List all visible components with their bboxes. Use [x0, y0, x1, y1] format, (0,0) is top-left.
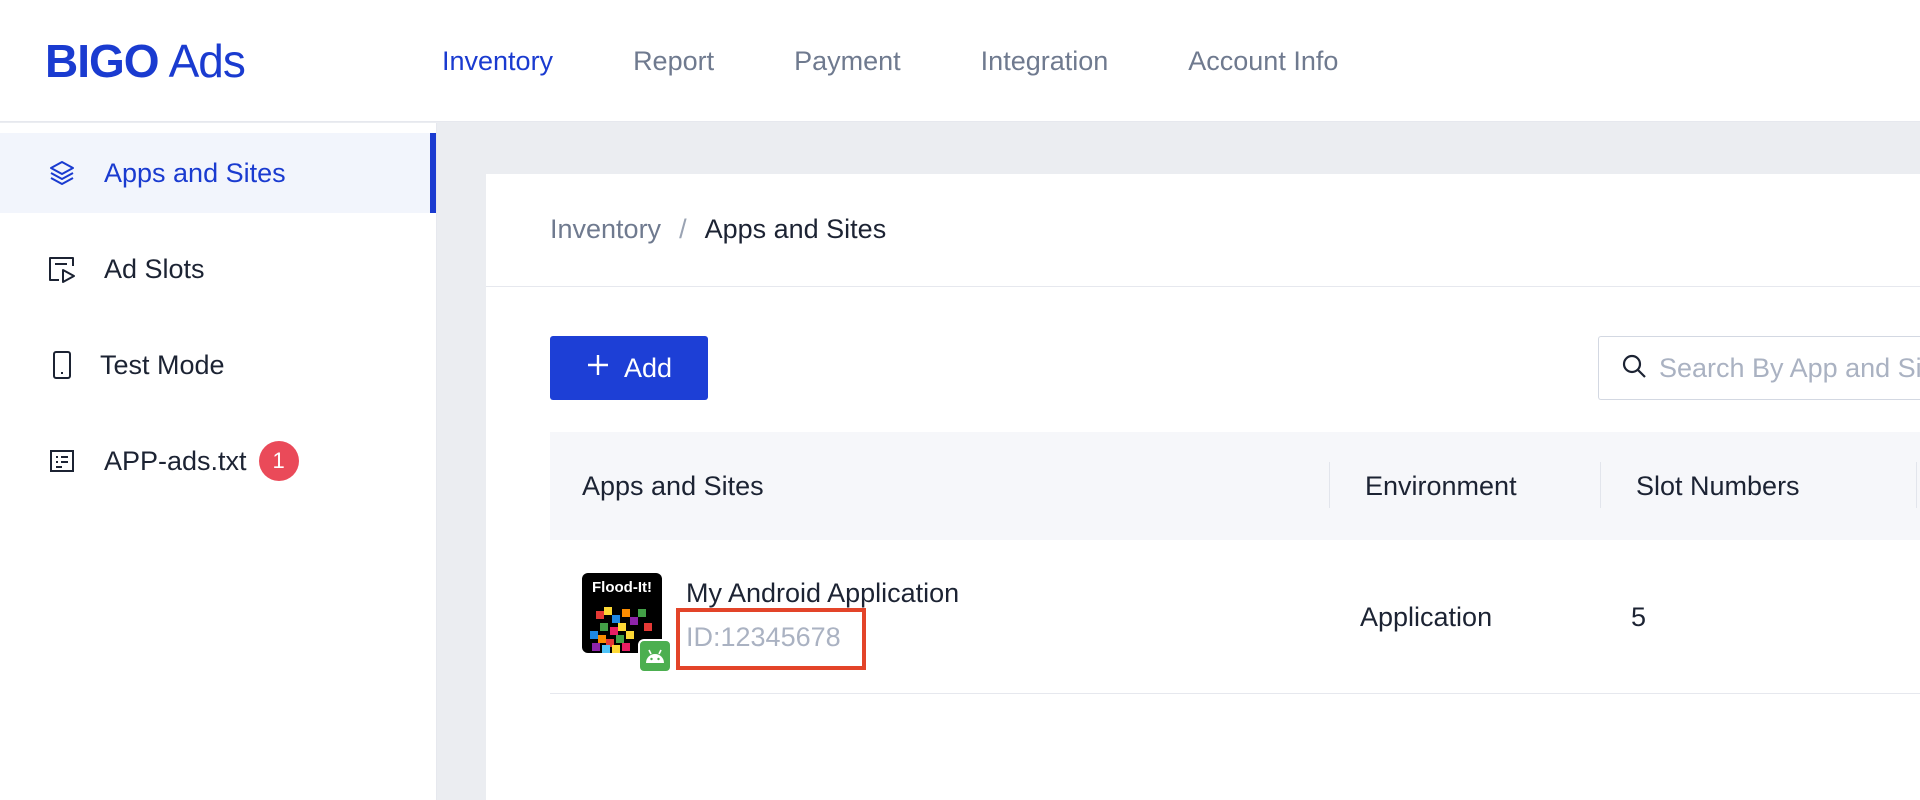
nav-inventory[interactable]: Inventory: [442, 46, 553, 77]
column-divider: [1329, 462, 1330, 508]
search-input[interactable]: [1659, 352, 1920, 384]
column-header-slot-numbers: Slot Numbers: [1636, 470, 1800, 501]
table-row[interactable]: Flood-It! My Android Application ID:1234…: [550, 540, 1920, 694]
breadcrumb-inventory[interactable]: Inventory: [550, 214, 661, 245]
nav-account-info[interactable]: Account Info: [1188, 46, 1338, 77]
divider: [486, 286, 1920, 287]
column-divider: [1600, 462, 1601, 508]
breadcrumb-current: Apps and Sites: [704, 214, 887, 244]
layers-icon: [46, 157, 78, 189]
notification-badge: 1: [258, 441, 299, 481]
bigo-ads-logo[interactable]: BIGO Ads: [45, 35, 246, 87]
plus-icon: [586, 353, 610, 384]
sidebar-item-app-ads-txt[interactable]: APP-ads.txt 1: [0, 421, 436, 501]
apps-table: Apps and Sites Environment Slot Numbers …: [550, 432, 1920, 694]
main-nav: Inventory Report Payment Integration Acc…: [442, 0, 1418, 122]
column-header-apps-and-sites: Apps and Sites: [582, 470, 764, 501]
sidebar-item-label: APP-ads.txt: [104, 445, 247, 476]
android-icon: [638, 639, 672, 673]
environment-cell: Application: [1360, 601, 1493, 632]
breadcrumb-separator: /: [679, 214, 687, 244]
content-card: Inventory / Apps and Sites Add Apps and …: [486, 174, 1920, 800]
nav-report[interactable]: Report: [633, 46, 714, 77]
sidebar-item-apps-and-sites[interactable]: Apps and Sites: [0, 133, 436, 213]
sidebar-item-test-mode[interactable]: Test Mode: [0, 325, 436, 405]
sidebar-item-ad-slots[interactable]: Ad Slots: [0, 229, 436, 309]
sidebar-item-label: Test Mode: [100, 349, 225, 380]
ad-slot-icon: [46, 253, 78, 285]
column-header-environment: Environment: [1365, 470, 1517, 501]
app-icon-title: Flood-It!: [592, 579, 652, 596]
app-name[interactable]: My Android Application: [686, 578, 959, 609]
search-box: [1598, 336, 1920, 400]
nav-integration[interactable]: Integration: [981, 46, 1109, 77]
search-icon: [1621, 353, 1647, 384]
breadcrumb: Inventory / Apps and Sites: [550, 214, 886, 245]
sidebar-item-label: Ad Slots: [104, 253, 205, 284]
phone-icon: [46, 349, 78, 381]
text-file-icon: [46, 445, 78, 477]
add-button-label: Add: [623, 352, 673, 383]
slot-numbers-cell: 5: [1631, 601, 1647, 632]
sidebar-item-label: Apps and Sites: [104, 157, 286, 188]
add-button[interactable]: Add: [550, 336, 708, 400]
column-divider: [1916, 462, 1917, 508]
logo-word: BIGO: [45, 35, 160, 87]
table-header: Apps and Sites Environment Slot Numbers: [550, 432, 1920, 540]
nav-payment[interactable]: Payment: [794, 46, 901, 77]
sidebar: Apps and Sites Ad Slots Test Mode APP-ad…: [0, 123, 437, 800]
highlight-box: [676, 608, 866, 670]
logo-suffix: Ads: [168, 35, 246, 87]
top-navigation-bar: BIGO Ads Inventory Report Payment Integr…: [0, 0, 1920, 122]
